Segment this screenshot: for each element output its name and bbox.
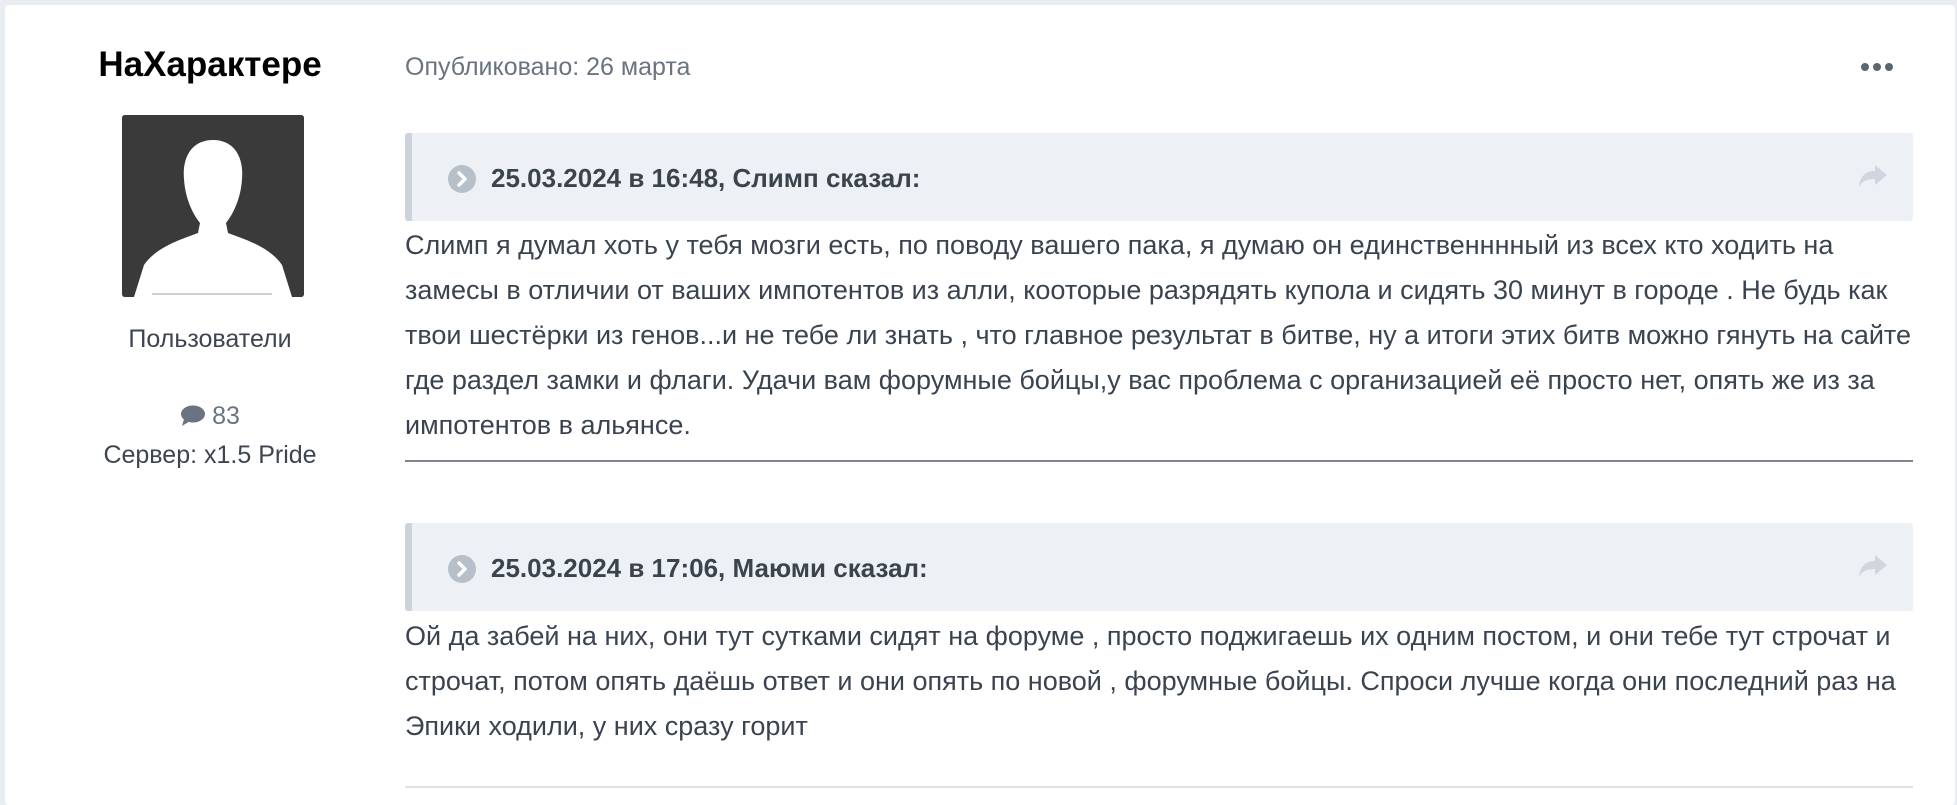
chevron-right-icon[interactable] <box>448 555 476 583</box>
divider <box>405 786 1913 788</box>
default-user-silhouette-icon <box>122 115 304 297</box>
quote-citation: 25.03.2024 в 16:48, Слимп сказал: <box>491 163 921 193</box>
author-server: Сервер: x1.5 Pride <box>103 441 317 469</box>
comment-icon <box>181 405 206 426</box>
chevron-right-icon[interactable] <box>448 165 476 193</box>
post-date[interactable]: Опубликовано: 26 марта <box>405 53 690 82</box>
quote-citation: 25.03.2024 в 17:06, Маюми сказал: <box>491 553 928 583</box>
forum-post-card: НаХарактере Пользователи 83 Сервер: x1.5… <box>5 5 1955 805</box>
quote-reply-text: Ой да забей на них, они тут сутками сидя… <box>405 621 1896 741</box>
divider <box>405 460 1913 462</box>
quote-citation-header: 25.03.2024 в 17:06, Маюми сказал: <box>405 523 1913 611</box>
author-name[interactable]: НаХарактере <box>5 45 415 85</box>
share-arrow-icon[interactable] <box>1857 163 1889 189</box>
quote-citation-header: 25.03.2024 в 16:48, Слимп сказал: <box>405 133 1913 221</box>
ellipsis-icon[interactable] <box>1861 57 1901 77</box>
author-group: Пользователи <box>128 325 292 353</box>
quote-reply-text: Слимп я думал хоть у тебя мозги есть, по… <box>405 230 1912 440</box>
author-post-count[interactable]: 83 <box>5 402 415 431</box>
avatar[interactable] <box>122 115 304 297</box>
share-arrow-icon[interactable] <box>1857 553 1889 579</box>
post-count-value: 83 <box>212 402 240 430</box>
